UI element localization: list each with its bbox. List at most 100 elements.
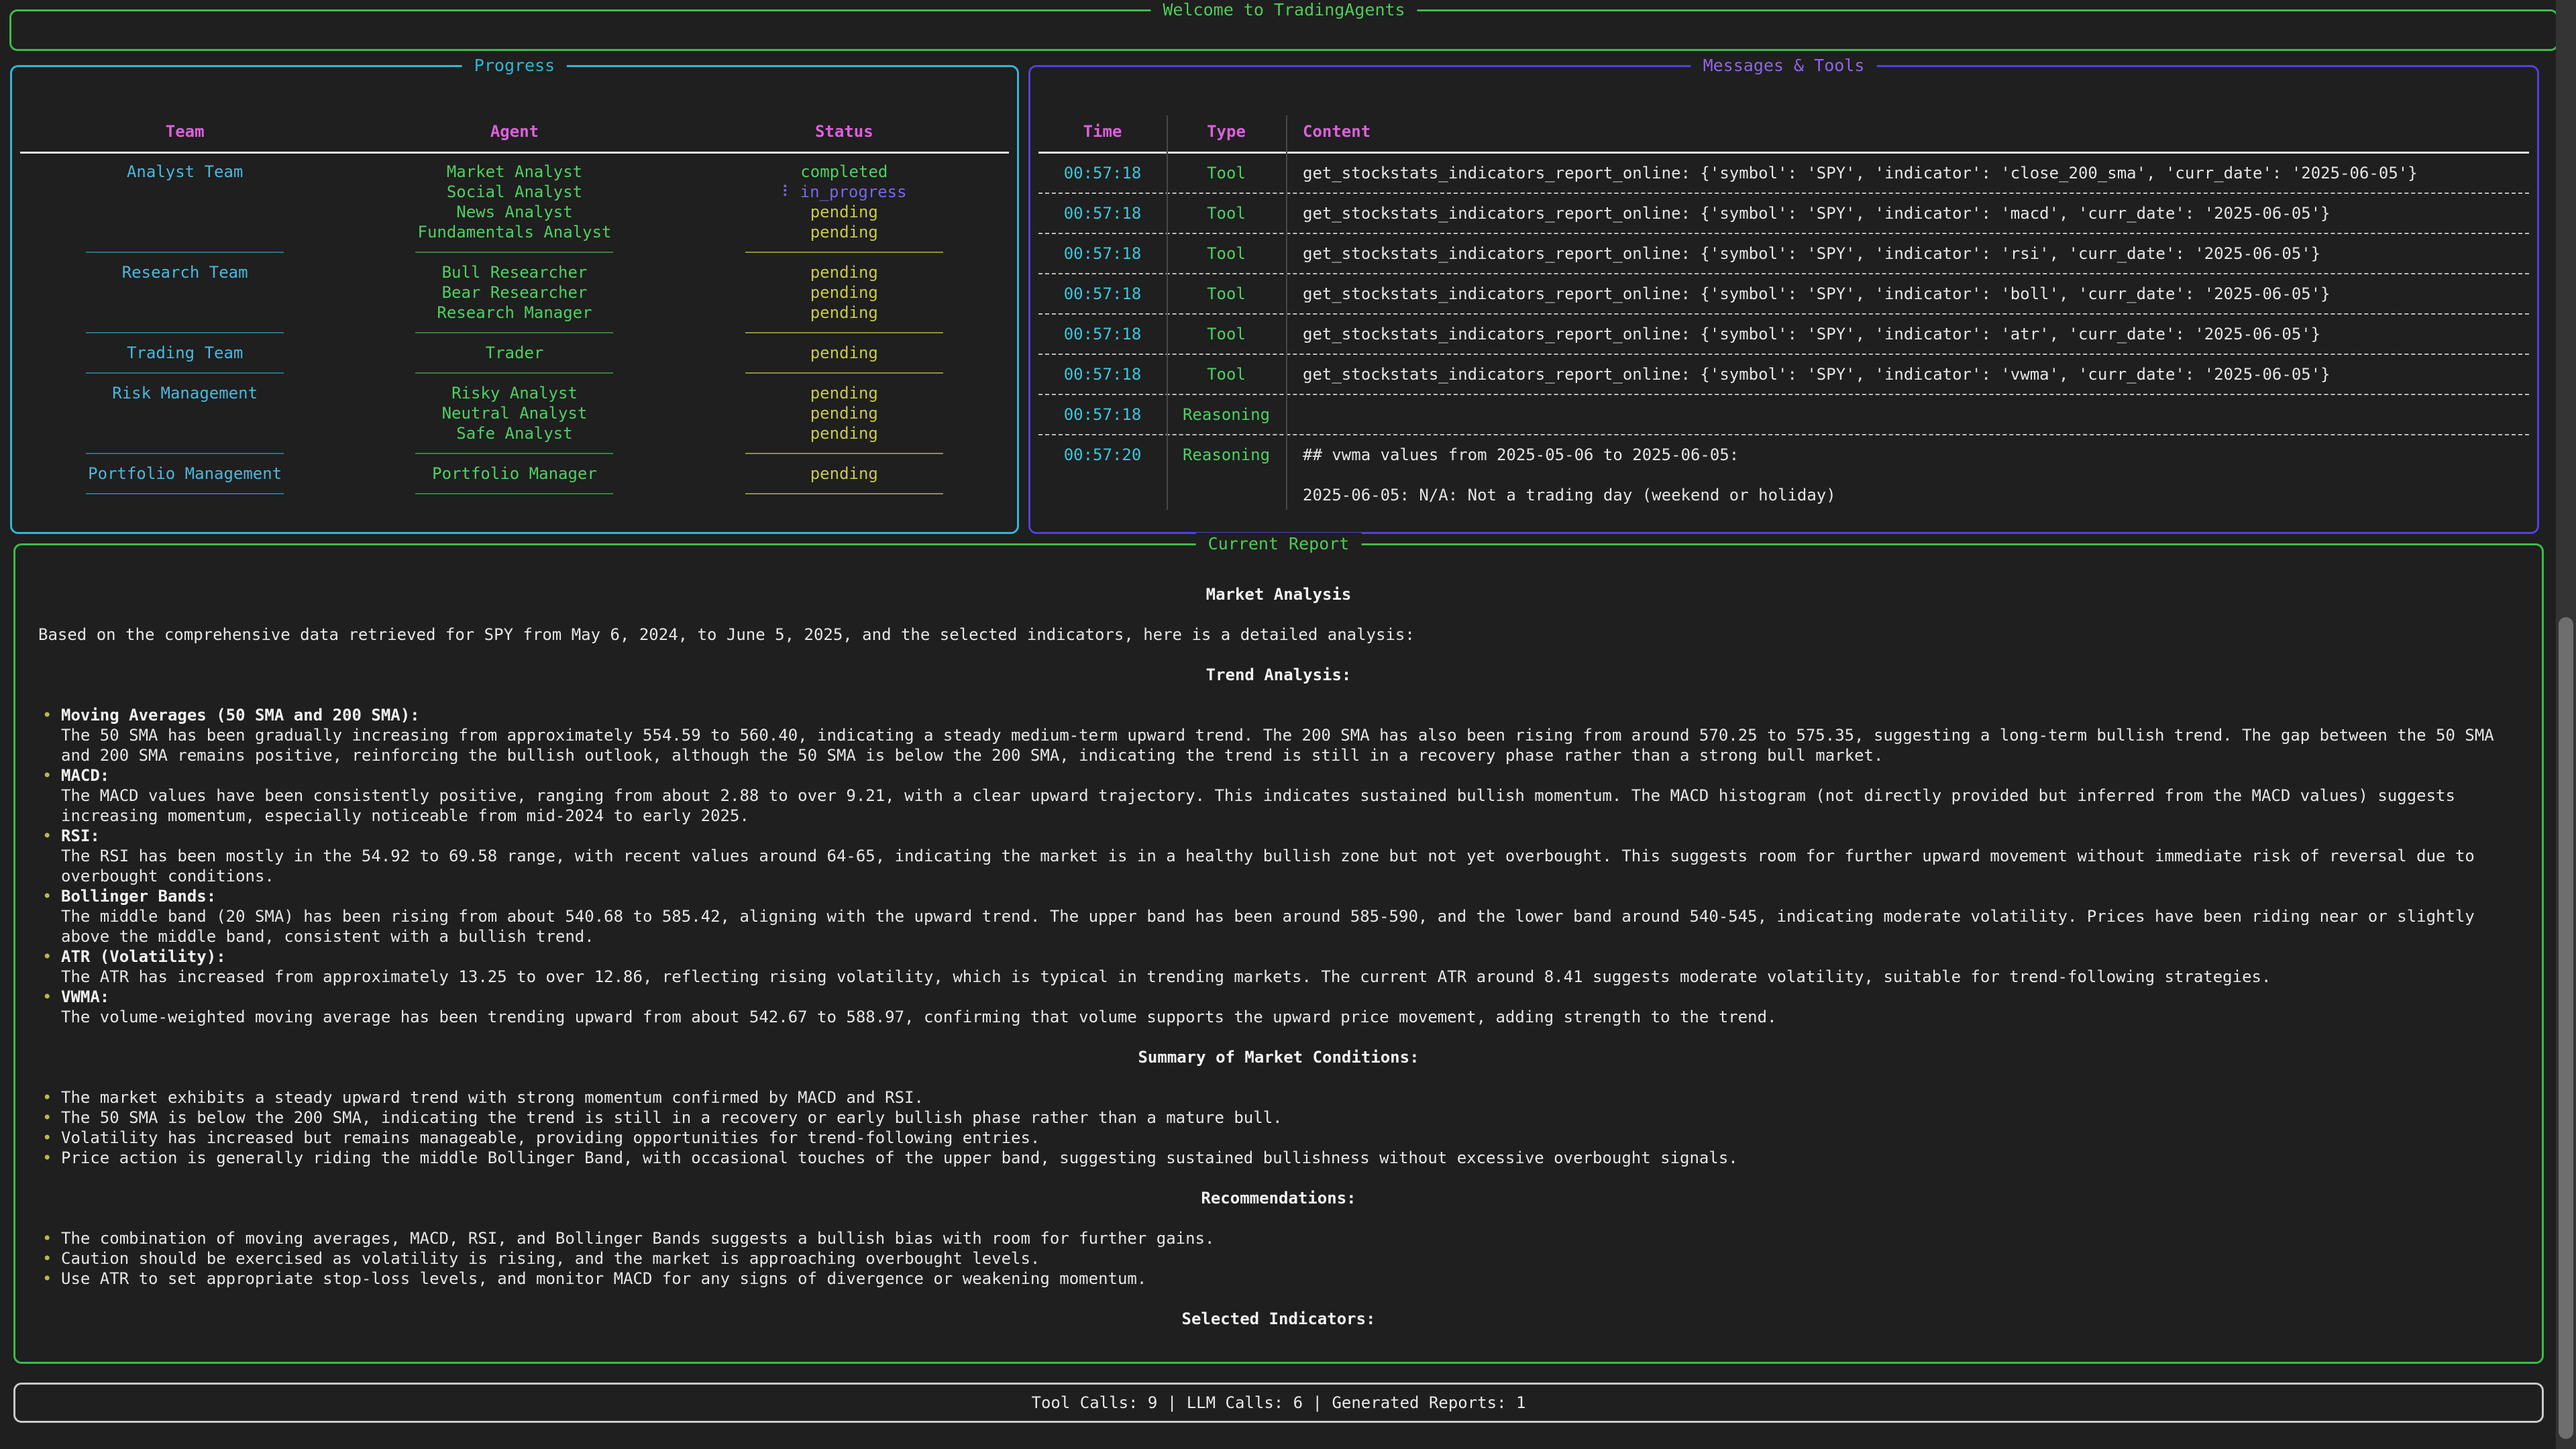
bullet-icon: •	[42, 1087, 52, 1108]
group-separator-cell	[350, 372, 679, 374]
progress-row: Bear Researcherpending	[20, 282, 1009, 303]
progress-table-header: Team Agent Status	[20, 119, 1009, 144]
report-bullet-item: • Price action is generally riding the mi…	[38, 1148, 2519, 1168]
bullet-body: The ATR has increased from approximately…	[61, 967, 2519, 987]
team-cell	[20, 403, 350, 423]
team-cell	[20, 303, 350, 323]
progress-row: Safe Analyst pending	[20, 423, 1009, 443]
separator-line	[86, 252, 284, 253]
group-separator-cell	[20, 453, 350, 454]
time-cell: 00:57:18	[1038, 203, 1167, 223]
message-row: 00:57:18Toolget_stockstats_indicators_re…	[1038, 274, 2529, 315]
separator-line	[415, 493, 613, 494]
separator-line	[745, 372, 943, 374]
agent-cell: Bear Researcher	[350, 282, 679, 303]
report-bullet-list: •The combination of moving averages, MAC…	[38, 1228, 2519, 1289]
message-row: 00:57:18Toolget_stockstats_indicators_re…	[1038, 234, 2529, 274]
column-header-status: Status	[680, 119, 1009, 144]
content-cell: get_stockstats_indicators_report_online:…	[1286, 364, 2529, 384]
progress-row: Research Managerpending	[20, 303, 1009, 323]
time-cell: 00:57:18	[1038, 244, 1167, 264]
separator-line	[86, 493, 284, 494]
progress-row: News Analystpending	[20, 202, 1009, 222]
bullet-text: ATR (Volatility):The ATR has increased f…	[61, 947, 2519, 987]
scrollbar-thumb[interactable]	[2559, 617, 2573, 1439]
column-header-time: Time	[1038, 119, 1167, 144]
current-report-panel: Current Report Market AnalysisBased on t…	[13, 543, 2544, 1364]
group-separator	[20, 484, 1009, 504]
status-cell: pending	[680, 222, 1009, 242]
team-cell	[20, 182, 350, 202]
bullet-text: The 50 SMA is below the 200 SMA, indicat…	[61, 1108, 2519, 1128]
report-bullet-item: • Bollinger Bands:The middle band (20 SMA…	[38, 886, 2519, 947]
bullet-body: The middle band (20 SMA) has been rising…	[61, 906, 2519, 947]
bullet-title: MACD:	[61, 765, 2519, 786]
report-heading: Trend Analysis:	[38, 665, 2519, 685]
bullet-icon: •	[42, 1108, 52, 1128]
agent-cell: Safe Analyst	[350, 423, 679, 443]
type-cell: Tool	[1167, 203, 1286, 223]
bullet-icon: •	[42, 1269, 52, 1289]
separator-line	[415, 332, 613, 333]
status-cell: pending	[680, 202, 1009, 222]
report-bullet-item: •MACD:The MACD values have been consiste…	[38, 765, 2519, 826]
time-cell: 00:57:18	[1038, 405, 1167, 425]
status-label: pending	[810, 203, 878, 221]
progress-row: Social Analyst⠇in_progress	[20, 182, 1009, 202]
team-cell: Analyst Team	[20, 162, 350, 182]
status-label: completed	[800, 162, 888, 181]
bullet-icon: •	[42, 826, 52, 846]
bullet-text: RSI:The RSI has been mostly in the 54.92…	[61, 826, 2519, 886]
message-row: 00:57:18Toolget_stockstats_indicators_re…	[1038, 315, 2529, 355]
messages-table: Time Type Content 00:57:18Toolget_stocks…	[1030, 67, 2537, 532]
progress-rows: Analyst TeamMarket AnalystcompletedSocia…	[20, 162, 1009, 504]
stats-panel: Tool Calls: 9 | LLM Calls: 6 | Generated…	[13, 1383, 2544, 1423]
status-cell: pending	[680, 423, 1009, 443]
progress-table: Team Agent Status Analyst TeamMarket Ana…	[12, 67, 1017, 532]
agent-cell: Neutral Analyst	[350, 403, 679, 423]
time-cell: 00:57:18	[1038, 364, 1167, 384]
column-header-type: Type	[1167, 119, 1286, 144]
content-cell: get_stockstats_indicators_report_online:…	[1286, 203, 2529, 223]
time-cell: 00:57:20	[1038, 445, 1167, 505]
bullet-body: The MACD values have been consistently p…	[61, 786, 2519, 826]
messages-table-header: Time Type Content	[1038, 119, 2529, 144]
bullet-title: VWMA:	[61, 987, 2519, 1007]
bullet-text: Moving Averages (50 SMA and 200 SMA):The…	[61, 705, 2519, 765]
bullet-icon: •	[42, 1148, 52, 1168]
agent-cell: Research Manager	[350, 303, 679, 323]
bullet-text: Price action is generally riding the mid…	[61, 1148, 2519, 1168]
bullet-icon: •	[42, 886, 52, 906]
group-separator-cell	[350, 332, 679, 333]
status-cell: pending	[680, 262, 1009, 282]
status-label: pending	[810, 223, 878, 241]
content-cell: get_stockstats_indicators_report_online:…	[1286, 163, 2529, 183]
report-body: Market AnalysisBased on the comprehensiv…	[15, 545, 2542, 1362]
status-cell: completed	[680, 162, 1009, 182]
bullet-body: Price action is generally riding the mid…	[61, 1148, 2519, 1168]
agent-cell: Fundamentals Analyst	[350, 222, 679, 242]
separator-line	[745, 453, 943, 454]
content-cell: ## vwma values from 2025-05-06 to 2025-0…	[1286, 445, 2529, 505]
report-bullet-list: •The market exhibits a steady upward tre…	[38, 1087, 2519, 1168]
separator-line	[86, 372, 284, 374]
report-bullet-item: •ATR (Volatility):The ATR has increased …	[38, 947, 2519, 987]
column-header-content: Content	[1286, 119, 2529, 144]
bullet-text: Bollinger Bands:The middle band (20 SMA)…	[61, 886, 2519, 947]
bullet-text: Caution should be exercised as volatilit…	[61, 1248, 2519, 1269]
bullet-icon: •	[42, 705, 52, 725]
team-cell: Portfolio Management	[20, 464, 350, 484]
content-cell	[1286, 405, 2529, 425]
progress-row: Research TeamBull Researcherpending	[20, 262, 1009, 282]
bullet-icon: •	[42, 987, 52, 1007]
group-separator-cell	[20, 252, 350, 253]
progress-row: Risk ManagementRisky Analystpending	[20, 383, 1009, 403]
content-cell: get_stockstats_indicators_report_online:…	[1286, 284, 2529, 304]
scrollbar-track[interactable]	[2556, 0, 2576, 1449]
report-heading: Recommendations:	[38, 1188, 2519, 1208]
bullet-body: The 50 SMA has been gradually increasing…	[61, 725, 2519, 765]
separator-line	[415, 372, 613, 374]
status-label: pending	[810, 343, 878, 362]
progress-row: Trading TeamTraderpending	[20, 343, 1009, 363]
status-label: pending	[810, 424, 878, 443]
